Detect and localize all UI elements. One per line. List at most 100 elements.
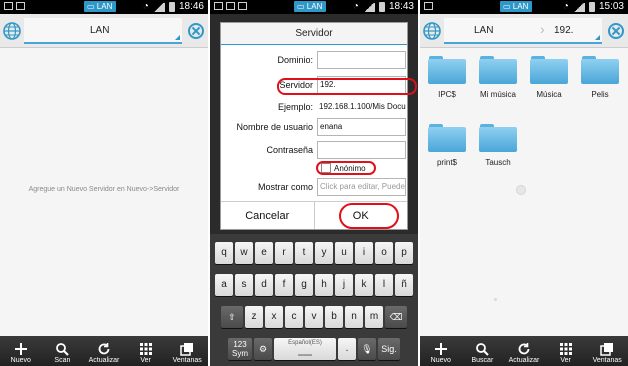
scan-button[interactable]: Scan <box>42 336 84 366</box>
view-button[interactable]: Ver <box>125 336 167 366</box>
lan-globe-icon[interactable] <box>3 22 21 40</box>
password-row: Contraseña <box>221 140 409 160</box>
scroll-dot <box>494 298 497 301</box>
notification-icon <box>424 2 433 10</box>
toolbar-label: Scan <box>54 357 71 364</box>
folder-name: print$ <box>436 158 457 167</box>
key-s[interactable]: s <box>235 274 253 296</box>
refresh-button[interactable]: Actualizar <box>503 336 545 366</box>
notification-icons <box>424 2 433 10</box>
status-bar: ▭ LAN ◔ 18:43 <box>210 0 418 14</box>
key-y[interactable]: y <box>315 242 333 264</box>
new-button[interactable]: Nuevo <box>420 336 462 366</box>
keyboard-row-3: ⇧ z x c v b n m ⌫ <box>210 306 418 332</box>
toolbar-label: Nuevo <box>10 357 31 364</box>
key-m[interactable]: m <box>365 306 383 328</box>
plus-icon <box>434 343 447 355</box>
breadcrumb-root[interactable]: LAN <box>474 25 493 36</box>
view-button[interactable]: Ver <box>545 336 587 366</box>
search-icon <box>476 343 490 356</box>
key-n-tilde[interactable]: ñ <box>395 274 413 296</box>
folder-item[interactable]: print$ <box>425 124 469 174</box>
refresh-button[interactable]: Actualizar <box>83 336 125 366</box>
key-j[interactable]: j <box>335 274 353 296</box>
breadcrumb-dropdown-indicator <box>175 35 180 40</box>
space-bar-icon: ▁▁▁ <box>298 350 312 356</box>
breadcrumb-current[interactable]: 192. <box>554 25 573 36</box>
key-k[interactable]: k <box>355 274 373 296</box>
folder-item[interactable]: Música <box>527 56 571 106</box>
folder-item[interactable]: Tausch <box>476 124 520 174</box>
breadcrumb-root[interactable]: LAN <box>90 25 109 36</box>
plus-icon <box>14 343 27 355</box>
username-input[interactable]: enana <box>317 118 406 136</box>
key-b[interactable]: b <box>325 306 343 328</box>
key-u[interactable]: u <box>335 242 353 264</box>
folder-item[interactable]: Pelis <box>578 56 622 106</box>
domain-input[interactable] <box>317 51 406 69</box>
folder-item[interactable]: IPC$ <box>425 56 469 106</box>
notification-icon <box>4 2 13 10</box>
key-i[interactable]: i <box>355 242 373 264</box>
folder-icon <box>530 56 568 84</box>
toolbar-label: Ver <box>140 357 151 364</box>
key-n[interactable]: n <box>345 306 363 328</box>
bottom-toolbar: Nuevo Scan Actualizar Ver Ventanas <box>0 336 208 366</box>
close-icon[interactable] <box>608 23 624 39</box>
username-label: Nombre de usuario <box>236 122 313 132</box>
backspace-key[interactable]: ⌫ <box>385 306 407 328</box>
password-input[interactable] <box>317 141 406 159</box>
server-highlight-circle <box>277 78 417 95</box>
space-key[interactable]: Español(ES) ▁▁▁ <box>274 338 336 360</box>
password-label: Contraseña <box>266 145 313 155</box>
next-key[interactable]: Sig. <box>378 338 400 360</box>
period-key[interactable]: . <box>338 338 356 360</box>
notification-icon <box>238 2 247 10</box>
key-z[interactable]: z <box>245 306 263 328</box>
settings-key[interactable]: ⚙ <box>254 338 272 360</box>
breadcrumb[interactable]: LAN › 192. <box>444 18 602 44</box>
key-r[interactable]: r <box>275 242 293 264</box>
shift-key[interactable]: ⇧ <box>221 306 243 328</box>
key-t[interactable]: t <box>295 242 313 264</box>
key-l[interactable]: l <box>375 274 393 296</box>
key-p[interactable]: p <box>395 242 413 264</box>
key-w[interactable]: w <box>235 242 253 264</box>
key-d[interactable]: d <box>255 274 273 296</box>
key-h[interactable]: h <box>315 274 333 296</box>
close-icon[interactable] <box>188 23 204 39</box>
on-screen-keyboard: q w e r t y u i o p a s d f g h j k l ñ … <box>210 234 418 366</box>
notification-icons <box>4 2 25 10</box>
symbols-key[interactable]: 123 Sym <box>228 338 252 360</box>
folder-item[interactable]: Mi música <box>476 56 520 106</box>
lan-badge-label: LAN <box>306 2 323 11</box>
example-text: 192.168.1.100/Mis Docu <box>319 102 406 111</box>
ok-highlight-circle <box>339 203 399 229</box>
lan-globe-icon[interactable] <box>423 22 441 40</box>
display-as-input[interactable]: Click para editar, Puede <box>317 178 406 196</box>
toolbar-label: Ventanas <box>592 357 622 364</box>
key-c[interactable]: c <box>285 306 303 328</box>
mic-key[interactable]: 🎙︎ <box>358 338 376 360</box>
key-g[interactable]: g <box>295 274 313 296</box>
windows-button[interactable]: Ventanas <box>166 336 208 366</box>
key-a[interactable]: a <box>215 274 233 296</box>
status-right: ◔ 15:03 <box>563 1 624 13</box>
key-x[interactable]: x <box>265 306 283 328</box>
clock: 18:43 <box>388 1 414 12</box>
key-v[interactable]: v <box>305 306 323 328</box>
breadcrumb[interactable]: LAN <box>24 18 182 44</box>
key-f[interactable]: f <box>275 274 293 296</box>
key-q[interactable]: q <box>215 242 233 264</box>
status-right: ◔ 18:46 <box>143 1 204 13</box>
search-button[interactable]: Buscar <box>462 336 504 366</box>
wifi-icon: ◔ <box>142 1 149 12</box>
windows-button[interactable]: Ventanas <box>586 336 628 366</box>
new-button[interactable]: Nuevo <box>0 336 42 366</box>
key-e[interactable]: e <box>255 242 273 264</box>
cancel-button[interactable]: Cancelar <box>221 202 314 229</box>
key-o[interactable]: o <box>375 242 393 264</box>
display-as-label: Mostrar como <box>257 182 313 192</box>
folder-icon <box>479 124 517 152</box>
search-icon <box>56 343 70 356</box>
